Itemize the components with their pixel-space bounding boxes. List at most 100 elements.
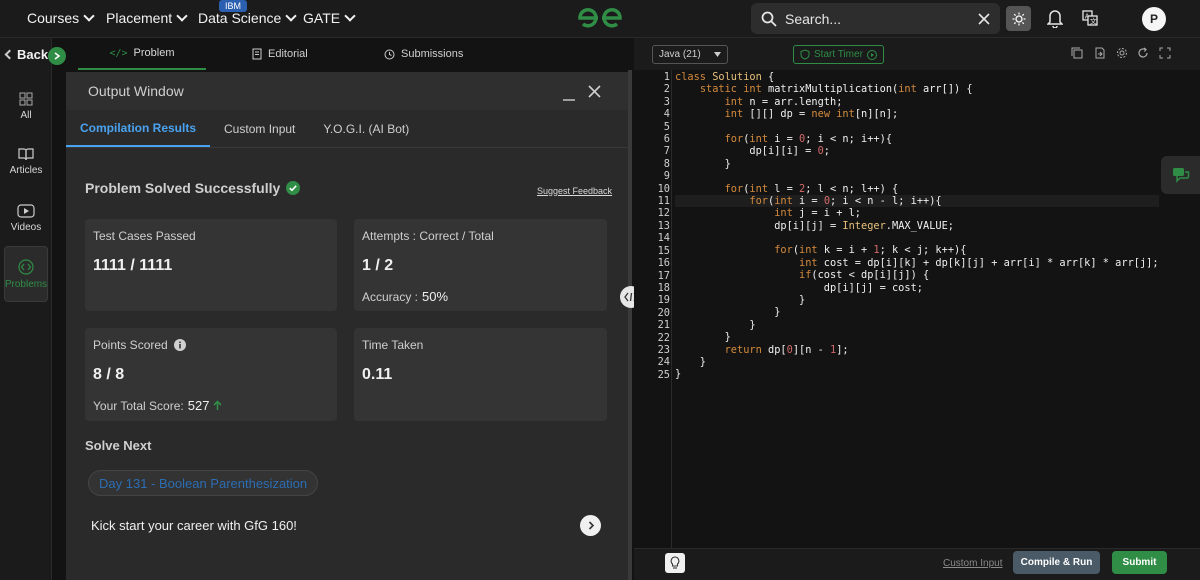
accuracy: Accuracy : 50%	[362, 289, 599, 304]
hint-button[interactable]	[665, 553, 685, 573]
line-number: 19	[657, 294, 670, 307]
file-import-icon[interactable]	[1094, 47, 1106, 59]
output-window-title: Output Window	[88, 83, 184, 99]
tab-submissions[interactable]: Submissions	[384, 38, 463, 70]
translate-icon[interactable]: A 文	[1082, 10, 1098, 26]
sidebar-item-label: Videos	[10, 221, 42, 233]
chat-button[interactable]	[1161, 156, 1200, 194]
code-line: }	[675, 368, 682, 381]
start-timer-button[interactable]: Start Timer	[793, 45, 884, 64]
settings-icon[interactable]	[1116, 47, 1128, 59]
bell-icon[interactable]	[1047, 8, 1063, 28]
chevron-right-icon	[54, 52, 61, 60]
sidebar-item-articles[interactable]: Articles	[4, 133, 48, 189]
theme-toggle-button[interactable]	[1006, 6, 1031, 31]
solve-next-heading: Solve Next	[85, 438, 152, 453]
search-icon	[761, 11, 777, 27]
line-number: 7	[663, 145, 670, 158]
minimize-icon[interactable]	[562, 88, 576, 102]
expand-sidebar-button[interactable]	[48, 47, 66, 65]
next-problem-link[interactable]: Day 131 - Boolean Parenthesization	[88, 470, 319, 496]
kick-start-button[interactable]	[580, 515, 601, 536]
code-content[interactable]: class Solution { static int matrixMultip…	[675, 70, 1159, 381]
shield-icon	[800, 49, 810, 60]
gfg-logo-icon[interactable]	[576, 6, 624, 30]
line-number: 11	[657, 195, 670, 208]
panel-splitter[interactable]	[628, 70, 632, 580]
code-line: class Solution {	[675, 71, 775, 83]
reset-icon[interactable]	[1137, 47, 1149, 59]
line-number: 13	[657, 219, 670, 232]
code-line: for(int i = 0; i < n - l; i++){	[675, 194, 1159, 208]
info-icon[interactable]	[173, 339, 186, 351]
nav-courses[interactable]: Courses	[27, 10, 95, 26]
code-line: for(int l = 2; l < n; l++) {	[724, 182, 899, 195]
kick-start-text: Kick start your career with GfG 160!	[91, 518, 297, 533]
chevron-down-icon	[176, 10, 188, 22]
accuracy-value: 50%	[422, 289, 449, 304]
submit-button[interactable]: Submit	[1112, 551, 1167, 574]
card-label: Points Scored	[93, 338, 329, 352]
total-score-label: Your Total Score:	[93, 398, 184, 413]
line-number: 20	[657, 306, 670, 319]
line-number: 1	[663, 71, 670, 83]
chat-icon	[1172, 168, 1189, 183]
line-number: 10	[657, 182, 670, 195]
nav-courses-label: Courses	[27, 10, 80, 26]
avatar[interactable]: P	[1142, 7, 1166, 31]
line-number: 9	[663, 170, 670, 183]
line-number: 21	[657, 319, 670, 332]
line-number: 6	[663, 133, 670, 146]
code-line: int j = i + l;	[774, 207, 862, 220]
custom-input-link[interactable]: Custom Input	[943, 558, 1002, 569]
nav-gate-label: GATE	[303, 10, 341, 26]
sidebar-item-label: All	[20, 109, 32, 121]
language-select[interactable]: Java (21)	[652, 45, 728, 64]
code-line: if(cost < dp[i][j]) {	[799, 269, 930, 282]
search-bar	[751, 3, 1000, 34]
nav-data-science[interactable]: Data Science	[198, 10, 297, 26]
code-line: }	[675, 294, 806, 307]
code-line: }	[675, 157, 731, 170]
code-editor[interactable]: 1 2 3 4 5 6 7 8 9 10 11 12 13 14 15 16 17 18 19 20 21 22 23 24 2…	[634, 70, 1200, 548]
tab-yogi-ai-bot[interactable]: Y.O.G.I. (AI Bot)	[309, 110, 423, 147]
sidebar-item-problems[interactable]: Problems	[4, 246, 48, 302]
fullscreen-icon[interactable]	[1159, 47, 1171, 59]
suggest-feedback-link[interactable]: Suggest Feedback	[537, 186, 612, 196]
copy-icon[interactable]	[1071, 47, 1083, 59]
nav-gate[interactable]: GATE	[303, 10, 356, 26]
sidebar-item-all[interactable]: All	[4, 78, 48, 134]
code-line: }	[675, 355, 706, 368]
line-number: 2	[663, 83, 670, 96]
tab-problem[interactable]: </> Problem	[78, 38, 206, 70]
nav-placement-label: Placement	[106, 10, 173, 26]
tab-compilation-results[interactable]: Compilation Results	[66, 110, 211, 147]
timer-label: Start Timer	[814, 49, 863, 60]
line-number: 5	[663, 120, 670, 133]
close-icon[interactable]	[588, 85, 601, 98]
sun-icon	[1012, 12, 1025, 25]
line-number: 24	[657, 356, 670, 369]
code-line: }	[675, 318, 756, 331]
card-value: 0.11	[362, 366, 393, 383]
card-label: Time Taken	[362, 338, 424, 352]
svg-text:文: 文	[1090, 17, 1097, 26]
search-input[interactable]	[785, 10, 970, 27]
editor-toolbar: Java (21) Start Timer	[634, 38, 1200, 70]
grid-icon	[19, 92, 33, 105]
sidebar-item-videos[interactable]: Videos	[4, 190, 48, 246]
play-icon	[866, 49, 877, 60]
close-icon[interactable]	[978, 12, 990, 25]
tab-editorial[interactable]: Editorial	[252, 38, 308, 70]
card-label: Attempts : Correct / Total	[362, 229, 494, 243]
result-title-text: Problem Solved Successfully	[85, 180, 281, 196]
tab-custom-input[interactable]: Custom Input	[210, 110, 309, 147]
total-score: Your Total Score: 527	[93, 398, 329, 413]
nav-placement[interactable]: Placement	[106, 10, 188, 26]
code-line: dp[i][j] = cost;	[675, 281, 923, 294]
compile-run-button[interactable]: Compile & Run	[1013, 551, 1100, 574]
code-line: static int matrixMultiplication(int arr[…	[699, 83, 973, 96]
document-icon	[252, 48, 262, 60]
